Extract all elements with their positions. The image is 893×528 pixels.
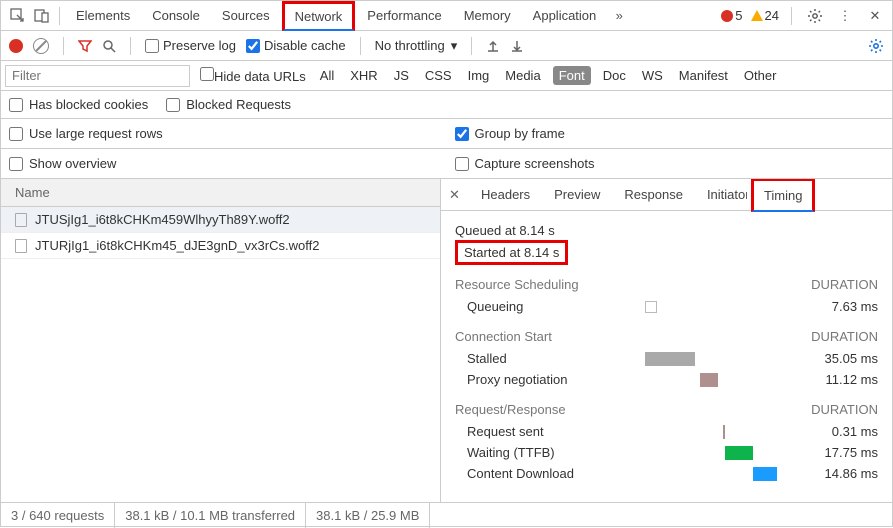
filter-type-img[interactable]: Img: [464, 66, 494, 85]
queueing-value: 7.63 ms: [798, 299, 878, 314]
duration-header: DURATION: [811, 402, 878, 417]
tab-headers[interactable]: Headers: [471, 180, 540, 209]
upload-har-icon[interactable]: [486, 39, 500, 53]
device-toggle-icon[interactable]: [31, 5, 53, 27]
request-row[interactable]: JTUSjIg1_i6t8kCHKm459WlhyyTh89Y.woff2: [1, 207, 440, 233]
queued-at-label: Queued at 8.14 s: [455, 221, 878, 240]
more-tabs-icon[interactable]: »: [608, 5, 630, 27]
capture-screenshots-checkbox[interactable]: Capture screenshots: [455, 156, 595, 171]
disable-cache-checkbox[interactable]: Disable cache: [246, 38, 346, 53]
request-sent-label: Request sent: [455, 424, 605, 439]
request-name: JTURjIg1_i6t8kCHKm45_dJE3gnD_vx3rCs.woff…: [35, 238, 319, 253]
tab-network[interactable]: Network: [282, 1, 356, 31]
waiting-value: 17.75 ms: [798, 445, 878, 460]
hide-data-urls-checkbox[interactable]: Hide data URLs: [200, 67, 306, 84]
section-resource-scheduling: Resource Scheduling: [455, 277, 579, 292]
filter-type-js[interactable]: JS: [390, 66, 413, 85]
tab-sources[interactable]: Sources: [212, 1, 280, 31]
kebab-icon[interactable]: ⋮: [834, 5, 856, 27]
duration-header: DURATION: [811, 277, 878, 292]
stalled-label: Stalled: [455, 351, 605, 366]
proxy-bar: [700, 373, 718, 387]
proxy-label: Proxy negotiation: [455, 372, 605, 387]
queueing-label: Queueing: [455, 299, 605, 314]
error-badge[interactable]: 5: [721, 8, 742, 23]
close-icon[interactable]: ✕: [864, 5, 886, 27]
duration-header: DURATION: [811, 329, 878, 344]
gear-icon[interactable]: [804, 5, 826, 27]
filter-type-ws[interactable]: WS: [638, 66, 667, 85]
download-label: Content Download: [455, 466, 605, 481]
chevron-down-icon: ▾: [451, 38, 458, 54]
proxy-value: 11.12 ms: [798, 372, 878, 387]
large-rows-checkbox[interactable]: Use large request rows: [9, 126, 163, 141]
warning-badge[interactable]: 24: [751, 8, 779, 23]
tab-preview[interactable]: Preview: [544, 180, 610, 209]
started-at-label: Started at 8.14 s: [455, 240, 568, 265]
filter-type-doc[interactable]: Doc: [599, 66, 630, 85]
stalled-bar: [645, 352, 695, 366]
download-bar: [753, 467, 777, 481]
file-icon: [15, 213, 27, 227]
group-frame-checkbox[interactable]: Group by frame: [455, 126, 565, 141]
waiting-label: Waiting (TTFB): [455, 445, 605, 460]
search-icon[interactable]: [102, 39, 116, 53]
network-settings-gear-icon[interactable]: [868, 38, 884, 54]
filter-type-media[interactable]: Media: [501, 66, 544, 85]
status-resources: 38.1 kB / 25.9 MB: [306, 503, 430, 528]
file-icon: [15, 239, 27, 253]
waiting-bar: [725, 446, 753, 460]
record-button[interactable]: [9, 39, 23, 53]
request-row[interactable]: JTURjIg1_i6t8kCHKm45_dJE3gnD_vx3rCs.woff…: [1, 233, 440, 259]
tab-performance[interactable]: Performance: [357, 1, 451, 31]
filter-type-manifest[interactable]: Manifest: [675, 66, 732, 85]
section-connection-start: Connection Start: [455, 329, 552, 344]
filter-type-all[interactable]: All: [316, 66, 338, 85]
download-har-icon[interactable]: [510, 39, 524, 53]
filter-type-other[interactable]: Other: [740, 66, 781, 85]
filter-type-xhr[interactable]: XHR: [346, 66, 381, 85]
warning-count: 24: [765, 8, 779, 23]
name-column-header[interactable]: Name: [1, 179, 440, 207]
close-details-icon[interactable]: ✕: [449, 187, 467, 203]
filter-type-font[interactable]: Font: [553, 66, 591, 85]
filter-input[interactable]: [5, 65, 190, 87]
status-requests: 3 / 640 requests: [1, 503, 115, 528]
blocked-cookies-checkbox[interactable]: Has blocked cookies: [9, 97, 148, 112]
show-overview-checkbox[interactable]: Show overview: [9, 156, 116, 171]
clear-button[interactable]: [33, 38, 49, 54]
request-sent-bar: [723, 425, 725, 439]
tab-application[interactable]: Application: [523, 1, 607, 31]
tab-console[interactable]: Console: [142, 1, 210, 31]
tab-response[interactable]: Response: [614, 180, 693, 209]
section-request-response: Request/Response: [455, 402, 566, 417]
filter-toggle-icon[interactable]: [78, 39, 92, 53]
inspect-icon[interactable]: [7, 5, 29, 27]
tab-initiator[interactable]: Initiator: [697, 180, 747, 209]
preserve-log-checkbox[interactable]: Preserve log: [145, 38, 236, 53]
blocked-requests-checkbox[interactable]: Blocked Requests: [166, 97, 291, 112]
tab-elements[interactable]: Elements: [66, 1, 140, 31]
request-name: JTUSjIg1_i6t8kCHKm459WlhyyTh89Y.woff2: [35, 212, 290, 227]
error-count: 5: [735, 8, 742, 23]
status-transferred: 38.1 kB / 10.1 MB transferred: [115, 503, 306, 528]
queueing-bar: [645, 301, 657, 313]
download-value: 14.86 ms: [798, 466, 878, 481]
filter-type-css[interactable]: CSS: [421, 66, 456, 85]
tab-timing[interactable]: Timing: [751, 179, 816, 212]
request-sent-value: 0.31 ms: [798, 424, 878, 439]
stalled-value: 35.05 ms: [798, 351, 878, 366]
throttling-select[interactable]: No throttling▾: [375, 38, 458, 54]
tab-memory[interactable]: Memory: [454, 1, 521, 31]
